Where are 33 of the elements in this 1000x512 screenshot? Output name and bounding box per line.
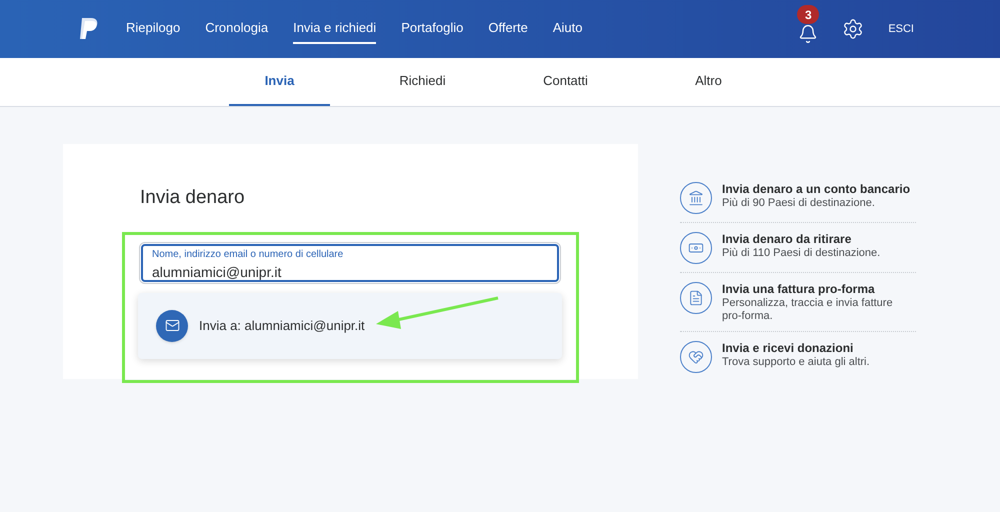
option-description: Personalizza, traccia e invia fatture pro-forma.	[722, 297, 894, 323]
banknote-icon	[680, 232, 712, 264]
nav-link[interactable]: Offerte	[488, 14, 528, 44]
suggestion-item[interactable]: Invia a: alumniamici@unipr.it	[138, 292, 562, 358]
bank-icon	[680, 182, 712, 214]
option-link[interactable]: Invia una fattura pro-forma	[722, 282, 906, 297]
option-description: Più di 110 Paesi di destinazione.	[722, 247, 882, 260]
sub-tab[interactable]: Richiedi	[372, 58, 473, 106]
input-field[interactable]: alumniamici@unipr.it	[152, 264, 548, 280]
logo-icon[interactable]	[78, 17, 100, 41]
settings-icon[interactable]	[842, 18, 864, 40]
nav-link[interactable]: Aiuto	[552, 14, 582, 44]
option-link[interactable]: Invia e ricevi donazioni	[722, 341, 906, 356]
option-description: Trova supporto e aiuta gli altri.	[722, 356, 871, 369]
nav-link[interactable]: Riepilogo	[126, 14, 180, 44]
option-link[interactable]: Invia denaro a un conto bancario	[722, 182, 910, 197]
logout-link[interactable]: ESCI	[888, 20, 914, 38]
document-icon	[680, 282, 712, 314]
sub-tab[interactable]: Invia	[229, 58, 330, 106]
nav-link[interactable]: Invia e richiedi	[293, 14, 376, 44]
notification-bell-icon[interactable]	[798, 24, 818, 44]
nav-link[interactable]: Portafoglio	[401, 14, 464, 44]
heart-hand-icon	[680, 341, 712, 373]
sub-tab[interactable]: Contatti	[515, 58, 616, 106]
option-description: Più di 90 Paesi di destinazione.	[722, 197, 876, 210]
mail-icon	[156, 310, 188, 342]
card-title: Invia denaro	[140, 186, 246, 210]
sub-tab[interactable]: Altro	[658, 58, 759, 106]
notification-badge: 3	[797, 5, 820, 24]
nav-link[interactable]: Cronologia	[205, 14, 268, 44]
field-label: Nome, indirizzo email o numero di cellulare	[152, 248, 344, 260]
recipient-field[interactable]: Nome, indirizzo email o numero di cellulare alumniamici@unipr.it	[141, 244, 559, 282]
option-link[interactable]: Invia denaro da ritirare	[722, 232, 906, 247]
